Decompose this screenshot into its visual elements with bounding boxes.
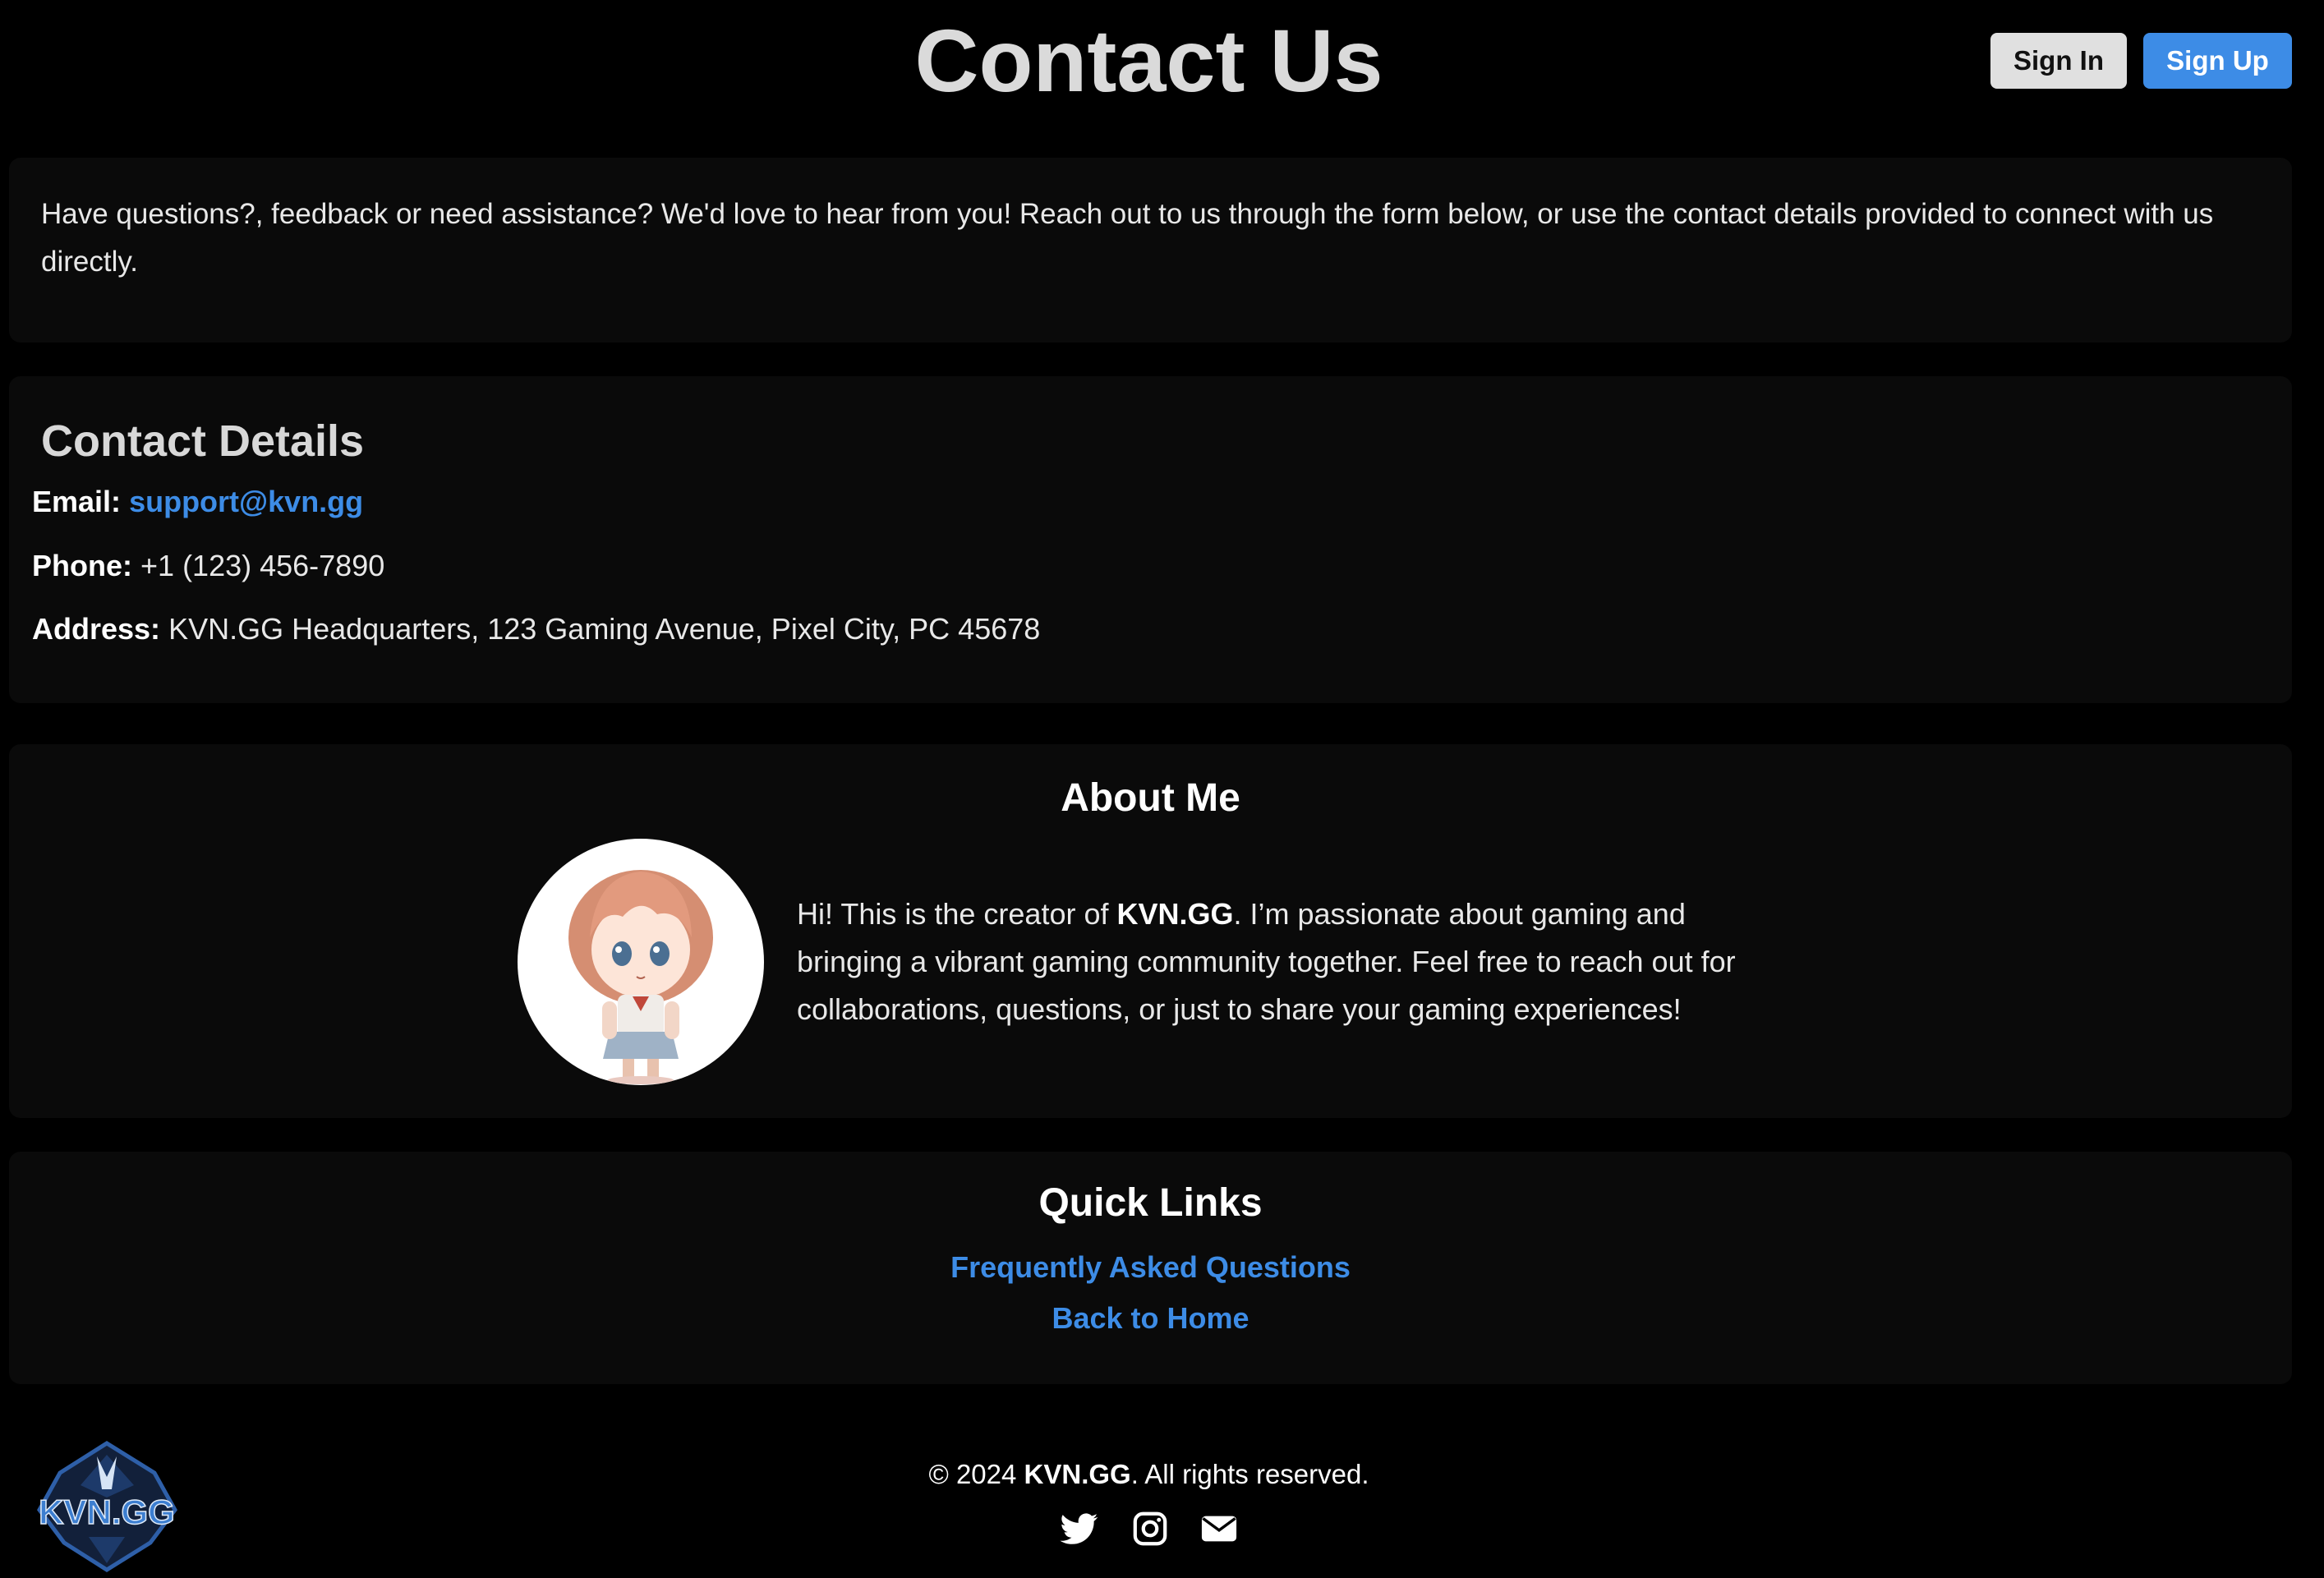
logo-text: KVN.GG (39, 1493, 175, 1531)
sign-in-button[interactable]: Sign In (1990, 33, 2127, 89)
address-label: Address: (32, 612, 161, 646)
about-brand: KVN.GG (1116, 897, 1234, 931)
intro-card: Have questions?, feedback or need assist… (9, 158, 2292, 343)
address-row: Address: KVN.GG Headquarters, 123 Gaming… (32, 612, 1040, 646)
address-value: KVN.GG Headquarters, 123 Gaming Avenue, … (168, 612, 1041, 646)
intro-text: Have questions?, feedback or need assist… (41, 198, 2214, 278)
phone-label: Phone: (32, 549, 132, 582)
phone-row: Phone: +1 (123) 456-7890 (32, 549, 384, 583)
email-label: Email: (32, 485, 122, 518)
copyright-brand: KVN.GG (1024, 1459, 1131, 1489)
faq-link[interactable]: Frequently Asked Questions (9, 1250, 2292, 1285)
avatar (518, 839, 764, 1085)
contact-page: Contact Us Sign In Sign Up Have question… (0, 0, 2324, 1578)
email-row: Email: support@kvn.gg (32, 485, 363, 519)
phone-value: +1 (123) 456-7890 (140, 549, 385, 582)
contact-details-card: Contact Details (9, 376, 2292, 703)
home-link[interactable]: Back to Home (9, 1301, 2292, 1336)
sign-up-button[interactable]: Sign Up (2143, 33, 2292, 89)
quick-links-heading: Quick Links (1038, 1181, 1263, 1225)
quick-links-card: Quick Links Frequently Asked Questions B… (9, 1152, 2292, 1384)
anime-avatar-image (568, 870, 713, 1084)
email-link[interactable]: support@kvn.gg (129, 485, 363, 518)
instagram-icon[interactable] (1130, 1510, 1171, 1548)
contact-details-heading: Contact Details (41, 416, 365, 466)
mail-icon[interactable] (1199, 1510, 1240, 1548)
copyright: © 2024 KVN.GG. All rights reserved. (928, 1459, 1369, 1489)
page-title: Contact Us (914, 11, 1383, 110)
about-heading: About Me (1061, 776, 1240, 820)
twitter-icon[interactable] (1059, 1510, 1100, 1548)
about-card: About Me Hi! This is the creator of KVN.… (9, 744, 2292, 1118)
about-text: Hi! This is the creator of KVN.GG. I’m p… (797, 897, 1736, 1026)
